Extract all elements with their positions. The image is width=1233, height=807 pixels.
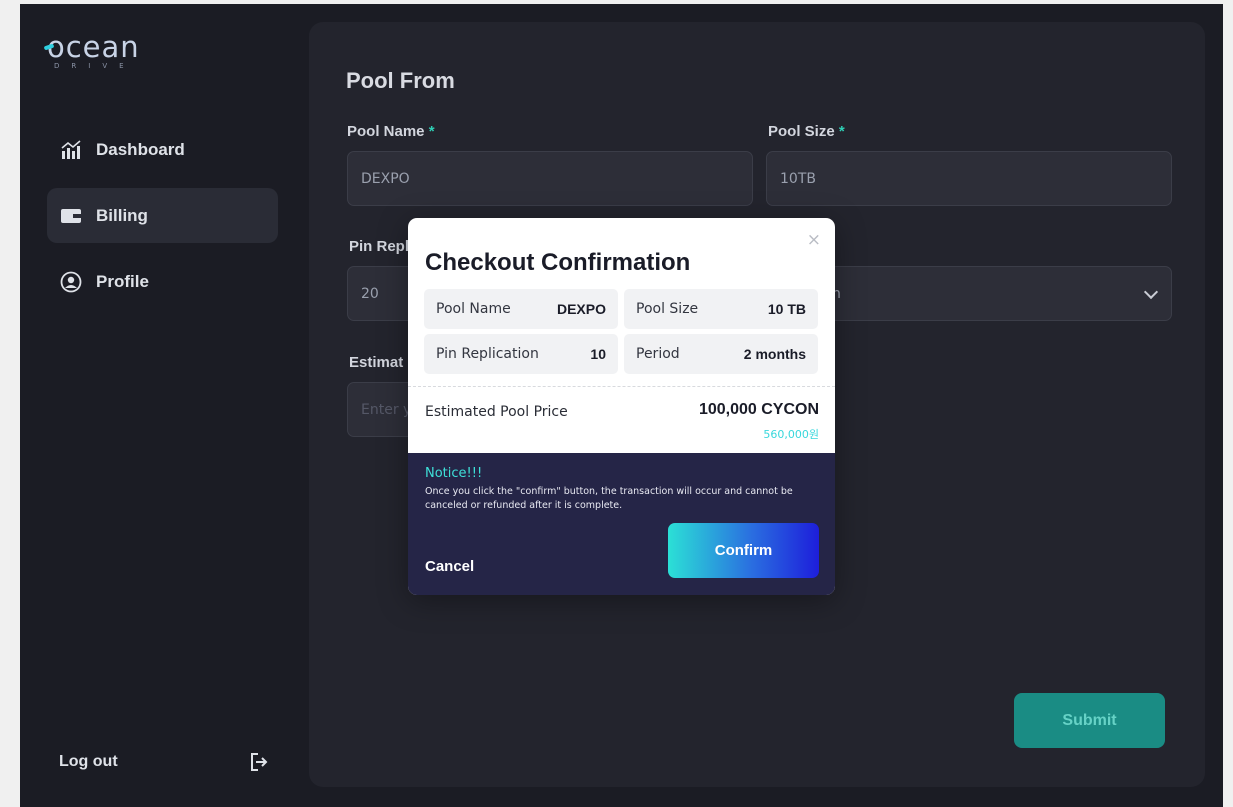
close-icon[interactable]: × [807, 230, 821, 250]
summary-pin-replication: Pin Replication 10 [424, 334, 618, 374]
estimated-price-value: 100,000 CYCON [698, 401, 819, 418]
summary-value: 10 [590, 346, 606, 362]
sidebar-item-label: Profile [96, 271, 149, 291]
confirm-button[interactable]: Confirm [668, 523, 819, 578]
summary-pool-size: Pool Size 10 TB [624, 289, 818, 329]
logout-label: Log out [59, 753, 118, 770]
estimated-price-label: Estimated Pool Price [425, 404, 568, 420]
pool-name-input[interactable]: DEXPO [347, 151, 753, 206]
summary-label: Pool Size [636, 301, 699, 317]
logout-button[interactable]: Log out [59, 752, 269, 772]
logo-subtitle: DRIVE [54, 62, 136, 70]
sidebar-item-profile[interactable]: Profile [47, 254, 278, 309]
estimate-label: Estimat [349, 354, 404, 371]
summary-period: Period 2 months [624, 334, 818, 374]
pool-name-label-text: Pool Name [347, 123, 425, 140]
checkout-confirmation-modal: × Checkout Confirmation Pool Name DEXPO … [408, 218, 835, 595]
submit-button[interactable]: Submit [1014, 693, 1165, 748]
estimate-placeholder: Enter y [361, 401, 412, 418]
notice-text: Once you click the "confirm" button, the… [425, 486, 793, 511]
summary-value: 2 months [743, 346, 806, 362]
notice-section: Notice!!! Once you click the "confirm" b… [408, 453, 835, 595]
pool-size-value: 10TB [780, 170, 816, 187]
summary-label: Period [636, 346, 680, 362]
pool-size-input[interactable]: 10TB [766, 151, 1172, 206]
summary-value: DEXPO [556, 301, 606, 317]
pool-size-label: Pool Size * [768, 123, 845, 140]
wallet-icon [61, 208, 81, 223]
required-mark: * [838, 123, 845, 140]
sidebar-item-label: Dashboard [96, 139, 185, 159]
pin-replication-value: 20 [361, 285, 379, 302]
pool-name-label: Pool Name * [347, 123, 435, 140]
ocean-drive-logo[interactable]: ocean DRIVE [43, 30, 140, 70]
summary-value: 10 TB [767, 301, 806, 317]
sidebar-item-dashboard[interactable]: Dashboard [47, 122, 278, 177]
estimated-price-krw: 560,000원 [763, 428, 819, 441]
modal-title: Checkout Confirmation [425, 249, 691, 276]
summary-label: Pool Name [436, 301, 511, 317]
summary-pool-name: Pool Name DEXPO [424, 289, 618, 329]
dashboard-icon [61, 139, 81, 159]
cancel-button[interactable]: Cancel [425, 558, 474, 575]
logo-word: ocean [47, 30, 140, 64]
page-title: Pool From [346, 68, 455, 93]
pool-name-value: DEXPO [361, 170, 410, 187]
profile-icon [60, 271, 82, 292]
pin-replication-label: Pin Repl [349, 238, 410, 255]
sidebar-item-billing[interactable]: Billing [47, 188, 278, 243]
sidebar-item-label: Billing [96, 205, 148, 225]
logout-icon [251, 753, 268, 771]
divider [408, 386, 835, 387]
chevron-down-icon [1143, 284, 1159, 300]
required-mark: * [428, 123, 435, 140]
sidebar: ocean DRIVE Dashboard Billing Profile Lo… [20, 4, 308, 807]
pool-size-label-text: Pool Size [768, 123, 835, 140]
notice-title: Notice!!! [425, 466, 483, 481]
summary-label: Pin Replication [436, 346, 539, 362]
